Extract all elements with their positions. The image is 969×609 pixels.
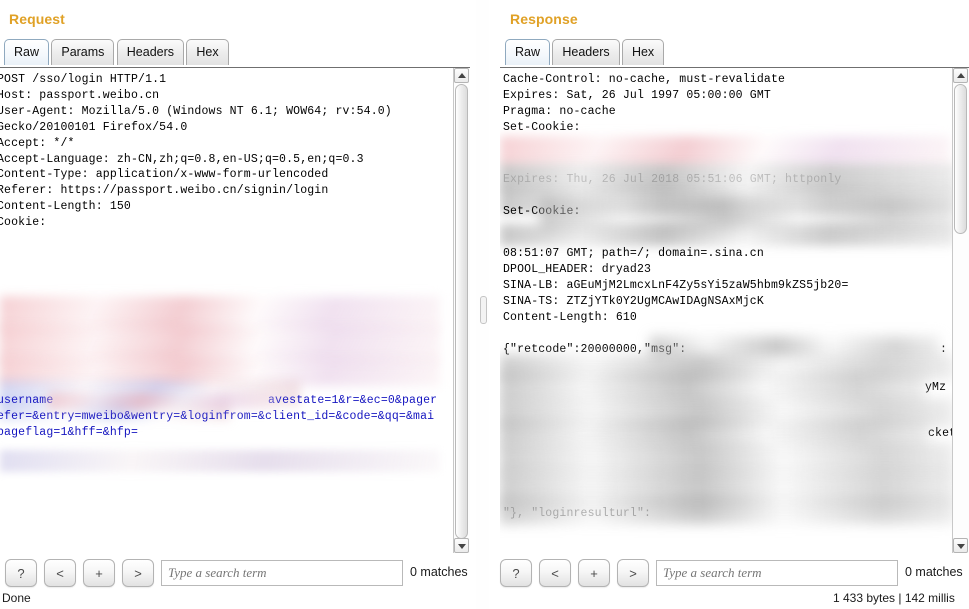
- splitter-grip-icon[interactable]: [480, 296, 487, 324]
- response-tail-headers-text: 08:51:07 GMT; path=/; domain=.sina.cn DP…: [503, 247, 849, 324]
- response-panel: Response Raw Headers Hex Cache-Control: …: [490, 0, 969, 609]
- request-panel-title: Request: [9, 11, 65, 27]
- status-bar: Done 1 433 bytes | 142 millis: [0, 591, 969, 609]
- status-right-text: 1 433 bytes | 142 millis: [833, 591, 955, 605]
- tab-request-raw[interactable]: Raw: [4, 39, 50, 65]
- request-next-match-button[interactable]: >: [122, 559, 154, 587]
- panel-splitter[interactable]: [476, 0, 489, 609]
- request-add-search-button[interactable]: +: [83, 559, 115, 587]
- request-scroll-up-arrow-icon[interactable]: [454, 68, 469, 83]
- response-raw-viewer[interactable]: Cache-Control: no-cache, must-revalidate…: [500, 67, 969, 553]
- tab-request-params[interactable]: Params: [51, 39, 115, 65]
- response-json-redaction-4: [500, 398, 955, 428]
- request-body-text: username: [0, 393, 53, 409]
- response-search-input[interactable]: [656, 560, 898, 586]
- response-panel-title: Response: [510, 11, 578, 27]
- request-body-line1-suffix: avestate=1&r=&ec=0&pager: [268, 394, 438, 407]
- request-body-line-1: avestate=1&r=&ec=0&pager: [268, 393, 437, 409]
- request-search-bar: ? < + > 0 matches: [5, 559, 468, 589]
- response-json-redaction-1: [650, 336, 940, 358]
- request-body-line2-text: efer=&entry=mweibo&wentry=&loginfrom=&cl…: [0, 410, 435, 423]
- response-search-bar: ? < + > 0 matches: [500, 559, 969, 589]
- response-json-redaction-7: [500, 472, 955, 506]
- request-body-line-3: pageflag=1&hff=&hfp=: [0, 425, 138, 441]
- request-vertical-scrollbar[interactable]: [453, 68, 470, 553]
- response-setcookie-redaction-4: [540, 196, 955, 230]
- response-redacted-expires-line: Expires: Thu, 26 Jul 2018 05:51:06 GMT; …: [503, 173, 842, 186]
- burp-message-editor: Request Raw Params Headers Hex POST /sso…: [0, 0, 969, 609]
- request-body-selection-highlight: [0, 450, 440, 472]
- tab-request-headers[interactable]: Headers: [116, 39, 185, 65]
- request-headers-text: POST /sso/login HTTP/1.1 Host: passport.…: [0, 73, 392, 230]
- response-scroll-thumb[interactable]: [954, 84, 967, 234]
- request-cookie-redaction-1: [0, 296, 440, 330]
- status-left-text: Done: [2, 591, 31, 605]
- tab-response-hex[interactable]: Hex: [621, 39, 665, 65]
- request-scroll-thumb[interactable]: [455, 84, 468, 539]
- tab-response-headers[interactable]: Headers: [552, 39, 620, 65]
- response-redacted-setcookie-line: Set-Cookie:: [503, 205, 581, 218]
- request-raw-viewer[interactable]: POST /sso/login HTTP/1.1 Host: passport.…: [0, 67, 470, 553]
- response-json-redaction-6: [500, 442, 955, 476]
- response-next-match-button[interactable]: >: [617, 559, 649, 587]
- response-json-redaction-3: [500, 372, 925, 402]
- response-setcookie-redaction-5: [500, 224, 955, 246]
- request-help-button[interactable]: ?: [5, 559, 37, 587]
- response-json-mz-fragment: yMz: [925, 381, 947, 394]
- tab-response-raw[interactable]: Raw: [505, 39, 551, 65]
- request-panel: Request Raw Params Headers Hex POST /sso…: [0, 0, 470, 609]
- response-tabstrip: Raw Headers Hex: [505, 39, 969, 67]
- tab-request-hex[interactable]: Hex: [186, 39, 229, 65]
- response-headers-text: Cache-Control: no-cache, must-revalidate…: [503, 73, 786, 134]
- response-json-colon-fragment: :: [940, 343, 948, 356]
- response-json-redaction-5: [500, 420, 928, 446]
- request-match-count: 0 matches: [410, 565, 468, 579]
- response-match-count: 0 matches: [905, 565, 963, 579]
- response-help-button[interactable]: ?: [500, 559, 532, 587]
- request-body-line3-text: pageflag=1&hff=&hfp=: [0, 426, 139, 439]
- request-search-input[interactable]: [161, 560, 403, 586]
- request-body-username-key: username: [0, 394, 54, 407]
- request-cookie-redaction-2: [0, 326, 440, 362]
- response-scroll-down-arrow-icon[interactable]: [953, 538, 968, 553]
- response-json-line-1: {"retcode":20000000,"msg":: [503, 343, 687, 356]
- response-vertical-scrollbar[interactable]: [952, 68, 969, 553]
- response-prev-match-button[interactable]: <: [539, 559, 571, 587]
- response-setcookie-redaction-1: [500, 136, 950, 166]
- request-body-line-2: efer=&entry=mweibo&wentry=&loginfrom=&cl…: [0, 409, 434, 425]
- response-scroll-up-arrow-icon[interactable]: [953, 68, 968, 83]
- request-scroll-down-arrow-icon[interactable]: [454, 538, 469, 553]
- request-prev-match-button[interactable]: <: [44, 559, 76, 587]
- response-add-search-button[interactable]: +: [578, 559, 610, 587]
- request-cookie-redaction-3: [0, 358, 440, 386]
- request-tabstrip: Raw Params Headers Hex: [4, 39, 470, 67]
- response-json-last-line: "}, "loginresulturl":: [503, 507, 652, 520]
- request-body-redaction: [48, 392, 278, 410]
